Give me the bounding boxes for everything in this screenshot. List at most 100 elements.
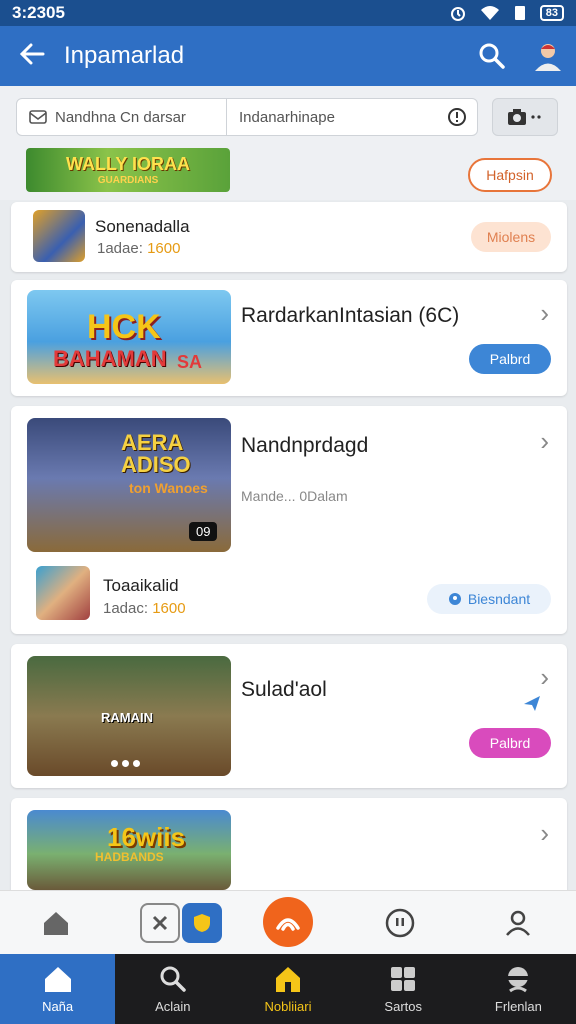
banner-art[interactable]: WALLY IORAA GUARDIANS: [26, 148, 230, 192]
status-bar: 3:2305 83: [0, 0, 576, 26]
banner-art-subtitle: GUARDIANS: [97, 175, 159, 186]
game-thumbnail: [33, 210, 85, 262]
sub-item-action-button[interactable]: Biesndant: [427, 584, 551, 614]
avatar-icon: [535, 44, 561, 71]
chevron-right-icon[interactable]: ›: [540, 662, 549, 693]
chevron-right-icon[interactable]: ›: [540, 818, 549, 849]
nav-item-home[interactable]: Naña: [0, 954, 116, 1024]
shield-icon: [194, 914, 210, 932]
sub-item-name: Toaaikalid: [103, 576, 179, 595]
location-pin-icon: [448, 593, 461, 605]
profile-button[interactable]: [494, 899, 542, 947]
shield-button[interactable]: [182, 903, 222, 943]
art-subtitle: HADBANDS: [95, 850, 164, 864]
promo-banner: WALLY IORAA GUARDIANS Hafpsin: [0, 148, 576, 200]
art-badge: 09: [189, 522, 218, 541]
art-subtitle: ton Wanoes: [129, 480, 208, 496]
search-icon: [160, 966, 186, 992]
alarm-icon: [450, 7, 465, 21]
game-banner-art: HCK BAHAMAN SA: [27, 290, 231, 384]
chevron-right-icon[interactable]: ›: [540, 298, 549, 329]
airplane-icon[interactable]: [521, 692, 543, 714]
nav-item-search[interactable]: Aclain: [115, 954, 230, 1024]
chevron-right-icon[interactable]: ›: [540, 426, 549, 457]
bottom-action-bar: [0, 890, 576, 954]
back-button[interactable]: [0, 39, 64, 73]
list-item[interactable]: RAMAIN Sulad'aol › Palbrd: [11, 644, 567, 788]
art-badge: SA: [177, 352, 203, 372]
item-meta-value: 1600: [147, 240, 181, 257]
profile-icon: [508, 966, 529, 992]
main-action-button[interactable]: [263, 897, 313, 947]
nav-label: Aclain: [155, 998, 191, 1014]
chat-icon: [385, 908, 415, 938]
wifi-icon: [480, 6, 499, 20]
category-placeholder: Nandhna Cn darsar: [55, 108, 186, 126]
info-icon: [448, 108, 466, 126]
camera-icon: [508, 109, 526, 125]
item-title: Nandnprdagd: [241, 434, 369, 457]
nav-label: Naña: [42, 998, 74, 1014]
nav-item-profile[interactable]: Frlenlan: [461, 954, 576, 1024]
nav-label: Nobliiari: [264, 998, 312, 1014]
banner-art-title: WALLY IORAA: [65, 154, 190, 174]
user-icon: [506, 910, 530, 936]
category-field[interactable]: Nandhna Cn darsar: [17, 99, 227, 135]
arrow-left-icon: [19, 43, 45, 65]
list-item[interactable]: AERA ADISO ton Wanoes 09 Nandnprdagd › M…: [11, 406, 567, 634]
wave-icon: [276, 918, 300, 931]
nav-label: Sartos: [384, 998, 422, 1014]
item-meta-label: 1adae:: [97, 240, 143, 257]
home-icon: [44, 912, 68, 935]
info-button[interactable]: [437, 107, 477, 127]
app-bar: Inpamarlad: [0, 26, 576, 86]
sub-item-meta: 1adac: 1600: [103, 600, 186, 617]
nav-item-notifications[interactable]: Nobliiari: [230, 954, 345, 1024]
item-title: RardarkanIntasian (6C): [241, 304, 460, 327]
search-button[interactable]: [464, 42, 520, 70]
camera-button[interactable]: [492, 98, 558, 136]
search-icon: [479, 43, 505, 69]
item-subtext: Mande... 0Dalam: [241, 488, 348, 504]
nav-label: Frlenlan: [494, 998, 542, 1014]
game-banner-art: RAMAIN: [27, 656, 231, 776]
item-action-button[interactable]: Palbrd: [469, 728, 551, 758]
home-icon: [44, 966, 71, 992]
game-banner-art: AERA ADISO ton Wanoes 09: [27, 418, 231, 552]
art-title: RAMAIN: [101, 710, 153, 725]
search-input[interactable]: Indanarhinape: [227, 109, 437, 126]
page-title: Inpamarlad: [64, 42, 185, 69]
art-title: AERA ADISO: [121, 430, 191, 477]
grid-icon: [391, 966, 416, 991]
battery-icon: 83: [539, 5, 564, 21]
search-row: Nandhna Cn darsar Indanarhinape: [0, 86, 576, 148]
item-action-button[interactable]: Miolens: [471, 222, 551, 252]
bottom-nav: Naña Aclain Nobliiari Sartos Frlenlan: [0, 954, 576, 1024]
more-icon: [531, 115, 541, 119]
list-item[interactable]: HCK BAHAMAN SA RardarkanIntasian (6C) › …: [11, 280, 567, 396]
art-title: HCK: [87, 308, 161, 346]
home-button[interactable]: [32, 899, 80, 947]
sub-item-meta-value: 1600: [152, 600, 186, 617]
gamepad-icon: [152, 915, 168, 931]
art-title: 16wiis: [107, 822, 186, 852]
mail-icon: [29, 110, 47, 124]
pagination-dots[interactable]: [111, 760, 140, 767]
art-subtitle: BAHAMAN: [53, 346, 167, 371]
gamepad-button[interactable]: [140, 903, 180, 943]
sub-thumbnail: [36, 566, 90, 620]
sub-item-meta-label: 1adac:: [103, 600, 149, 617]
search-box: Nandhna Cn darsar Indanarhinape: [16, 98, 478, 136]
sub-item-action-label: Biesndant: [467, 591, 531, 607]
list-item[interactable]: Sonenadalla 1adae: 1600 Miolens: [11, 202, 567, 272]
game-banner-art: 16wiis HADBANDS: [27, 810, 231, 890]
banner-button[interactable]: Hafpsin: [468, 158, 552, 192]
signal-icon: [514, 6, 525, 20]
item-action-button[interactable]: Palbrd: [469, 344, 551, 374]
account-button[interactable]: [520, 40, 576, 72]
list-item[interactable]: 16wiis HADBANDS ›: [11, 798, 567, 890]
status-time: 3:2305: [12, 3, 65, 22]
item-name: Sonenadalla: [95, 217, 190, 236]
chat-button[interactable]: [376, 899, 424, 947]
nav-item-settings[interactable]: Sartos: [346, 954, 461, 1024]
